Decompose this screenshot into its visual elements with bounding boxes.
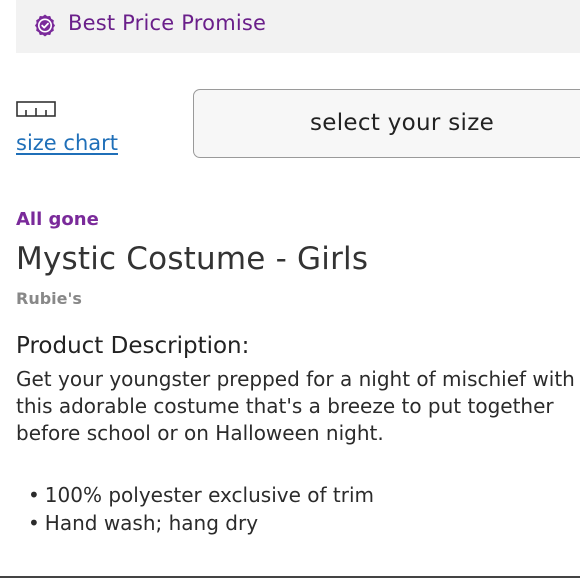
product-page: Best Price Promise size chart select you… [0, 0, 580, 580]
stock-status: All gone [16, 209, 99, 230]
size-select-label: select your size [310, 110, 495, 136]
list-item: Hand wash; hang dry [28, 509, 374, 537]
divider [0, 576, 580, 578]
badge-check-icon [35, 14, 55, 37]
size-chart-link[interactable]: size chart [16, 131, 118, 155]
product-title: Mystic Costume - Girls [16, 241, 369, 277]
best-price-promise-banner[interactable]: Best Price Promise [16, 0, 580, 53]
ruler-icon [16, 101, 56, 117]
brand-name: Rubie's [16, 289, 82, 308]
description-heading: Product Description: [16, 333, 250, 359]
list-item: 100% polyester exclusive of trim [28, 481, 374, 509]
best-price-promise-label: Best Price Promise [68, 11, 267, 35]
description-body: Get your youngster prepped for a night o… [16, 367, 575, 445]
size-select-button[interactable]: select your size [193, 89, 580, 158]
feature-list: 100% polyester exclusive of trim Hand wa… [28, 481, 374, 537]
